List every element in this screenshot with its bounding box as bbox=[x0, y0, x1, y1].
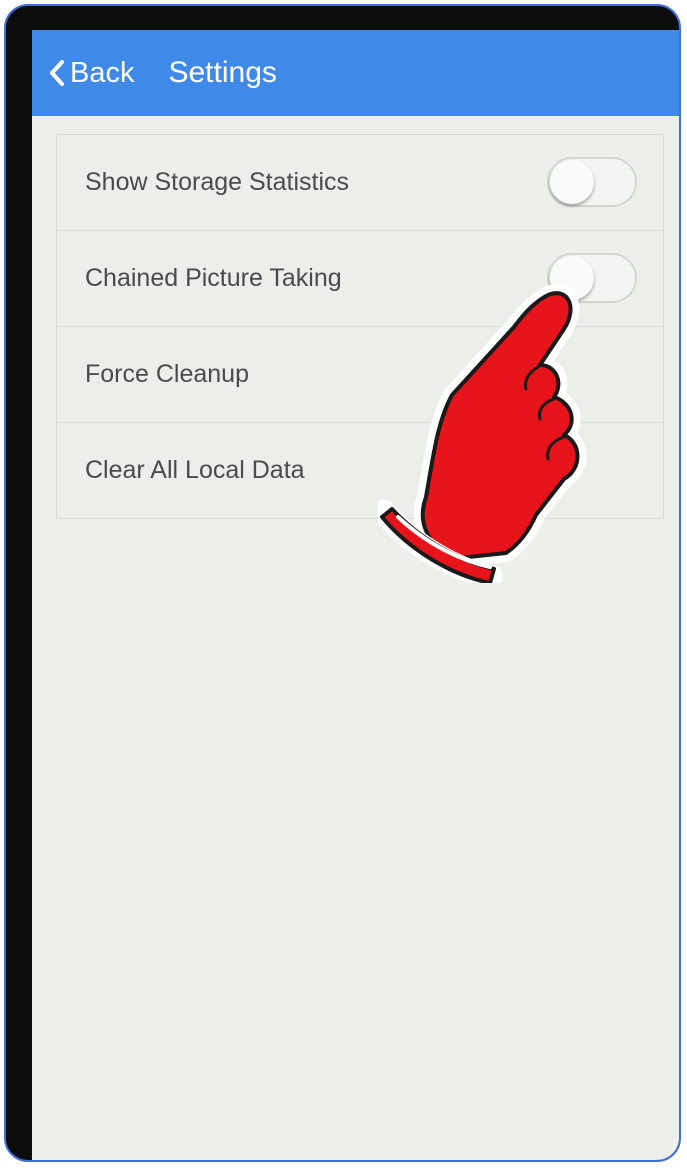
back-button[interactable]: Back bbox=[46, 57, 134, 90]
settings-row-label: Show Storage Statistics bbox=[85, 168, 350, 196]
settings-row-show-storage-statistics[interactable]: Show Storage Statistics bbox=[57, 135, 663, 231]
settings-row-label: Clear All Local Data bbox=[85, 456, 305, 484]
settings-row-label: Force Cleanup bbox=[85, 360, 249, 388]
back-label: Back bbox=[70, 56, 135, 89]
settings-row-label: Chained Picture Taking bbox=[85, 264, 342, 292]
page-title: Settings bbox=[168, 56, 277, 89]
device-frame: Back Settings Show Storage Statistics Ch… bbox=[4, 4, 681, 1162]
show-storage-statistics-toggle[interactable] bbox=[547, 157, 637, 207]
pointing-hand-icon bbox=[378, 284, 587, 583]
chevron-left-icon bbox=[50, 60, 64, 86]
app-header: Back Settings bbox=[32, 30, 679, 116]
toggle-knob bbox=[550, 160, 594, 204]
app-screen: Back Settings Show Storage Statistics Ch… bbox=[32, 30, 679, 1160]
